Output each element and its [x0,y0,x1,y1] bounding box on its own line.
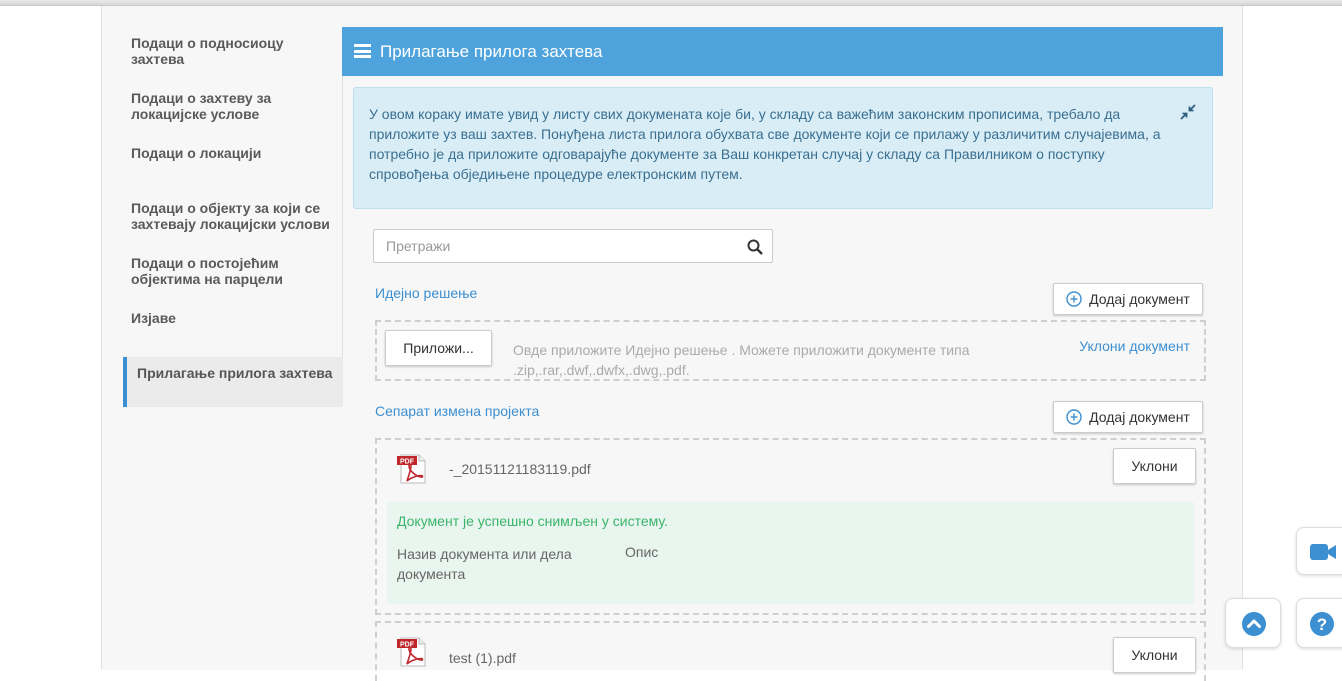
search-box [373,229,773,263]
sidebar-item-object[interactable]: Подаци о објекту за који се захтевају ло… [131,200,331,232]
svg-text:?: ? [1317,615,1327,634]
attach-button[interactable]: Приложи... [385,330,492,366]
search-input[interactable] [374,230,734,262]
question-icon: ? [1310,612,1334,636]
hamburger-icon[interactable] [354,44,371,58]
sidebar-item-attachments[interactable]: Прилагање прилога захтева [123,357,343,407]
file-card: PDF -_20151121183119.pdf Уклони Документ… [375,438,1206,615]
page-title: Прилагање прилога захтева [380,42,603,61]
add-document-label: Додај документ [1089,409,1190,425]
info-box: У овом кораку имате увид у листу свих до… [353,87,1213,209]
success-panel: Документ је успешно снимљен у систему. Н… [387,502,1194,604]
file-name[interactable]: -_20151121183119.pdf [449,461,591,477]
step-sidebar: Подаци о подносиоцу захтева Подаци о зах… [123,27,343,407]
chevron-up-icon [1242,612,1266,636]
plus-circle-icon [1066,409,1082,425]
video-help-button[interactable] [1296,527,1342,575]
remove-label: Уклони [1131,458,1178,474]
file-name[interactable]: test (1).pdf [449,650,516,666]
dropzone-concept-design[interactable]: Приложи... Овде приложите Идејно решење … [375,320,1206,381]
sidebar-item-request[interactable]: Подаци о захтеву за локацијске услове [131,90,331,122]
remove-label: Уклони [1131,647,1178,663]
remove-button[interactable]: Уклони [1113,637,1196,673]
add-document-button[interactable]: Додај документ [1053,401,1203,433]
sidebar-item-location[interactable]: Подаци о локацији [131,145,331,161]
scroll-top-button[interactable] [1225,598,1281,648]
sidebar-item-statements[interactable]: Изјаве [131,310,331,326]
section-label-concept-design[interactable]: Идејно решење [375,285,477,301]
help-button[interactable]: ? [1296,598,1342,648]
page-container: Подаци о подносиоцу захтева Подаци о зах… [101,6,1243,681]
document-name-label: Назив документа или дела документа [397,546,572,582]
sidebar-item-applicant[interactable]: Подаци о подносиоцу захтева [131,35,331,67]
search-icon[interactable] [747,239,763,255]
compress-icon[interactable] [1180,104,1196,120]
section-label-change-document[interactable]: Сепарат измена пројекта [375,403,539,419]
remove-document-link[interactable]: Уклони документ [1079,338,1190,354]
attach-label: Приложи... [403,340,474,356]
remove-button[interactable]: Уклони [1113,448,1196,484]
panel-header: Прилагање прилога захтева [342,27,1223,76]
add-document-label: Додај документ [1089,291,1190,307]
plus-circle-icon [1066,291,1082,307]
add-document-button[interactable]: Додај документ [1053,283,1203,315]
info-text: У овом кораку имате увид у листу свих до… [369,106,1161,182]
file-card: PDF test (1).pdf Уклони [375,621,1206,681]
svg-text:PDF: PDF [400,642,415,649]
description-label: Опис [625,544,659,560]
upload-hint: Овде приложите Идејно решење . Можете пр… [513,342,970,378]
svg-text:PDF: PDF [400,459,415,466]
sidebar-item-existing-objects[interactable]: Подаци о постојећим објектима на парцели [131,255,331,287]
video-camera-icon [1310,544,1336,560]
pdf-file-icon: PDF [397,454,426,484]
pdf-file-icon: PDF [397,637,426,667]
success-message: Документ је успешно снимљен у систему. [397,513,668,529]
